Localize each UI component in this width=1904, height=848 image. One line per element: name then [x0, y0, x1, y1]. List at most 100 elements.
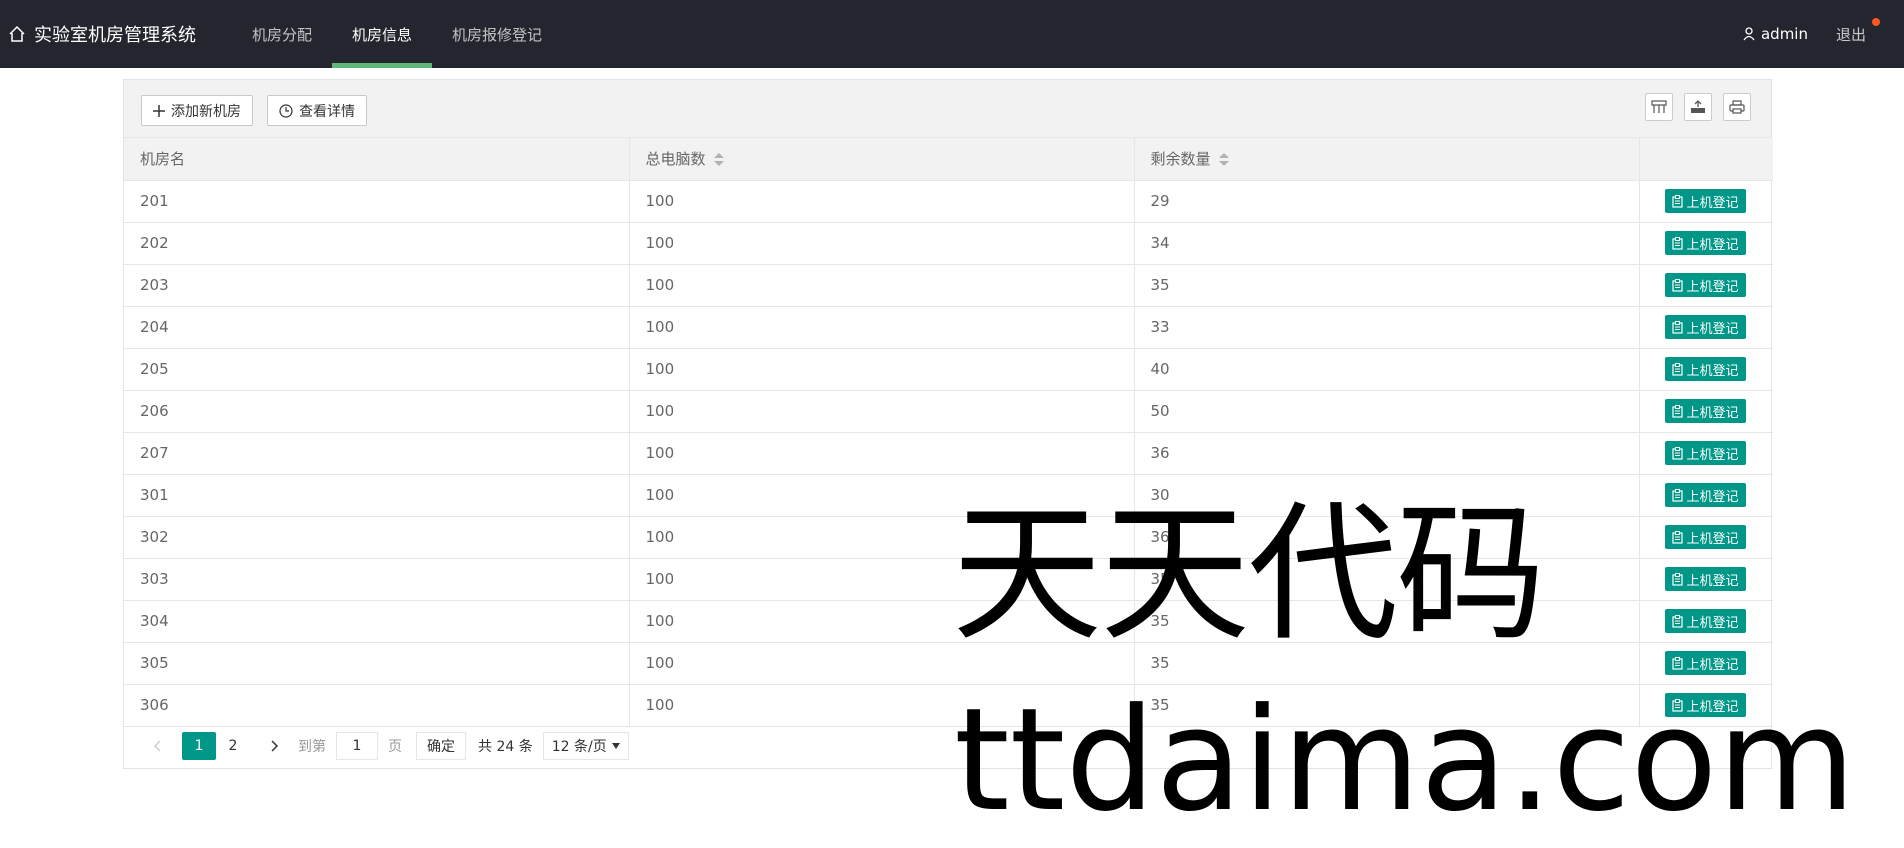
check-in-label: 上机登记	[1686, 195, 1739, 211]
check-in-button[interactable]: 上机登记	[1664, 315, 1746, 339]
cell-room-name: 303	[124, 558, 630, 601]
check-in-button[interactable]: 上机登记	[1664, 441, 1746, 465]
username: admin	[1760, 25, 1808, 43]
app-brand[interactable]: 实验室机房管理系统	[8, 0, 196, 68]
goto-label: 到第	[298, 739, 326, 755]
chevron-right-icon	[271, 740, 279, 752]
cell-total-computers: 100	[629, 306, 1135, 349]
check-in-label: 上机登记	[1686, 363, 1739, 379]
cell-remaining: 36	[1134, 432, 1640, 475]
nav-room-info[interactable]: 机房信息	[332, 0, 433, 68]
cell-actions: 上机登记	[1639, 222, 1773, 265]
cell-room-name: 302	[124, 516, 630, 559]
check-in-label: 上机登记	[1686, 321, 1739, 337]
table-header-row: 机房名 总电脑数 剩余数量	[124, 138, 1773, 181]
user-icon	[1743, 27, 1755, 41]
cell-actions: 上机登记	[1639, 558, 1773, 601]
table-row: 205 100 40 上机登记	[124, 348, 1773, 391]
user-menu[interactable]: admin	[1743, 25, 1808, 43]
cell-total-computers: 100	[629, 264, 1135, 307]
cell-actions: 上机登记	[1639, 432, 1773, 475]
columns-filter-button[interactable]	[1645, 93, 1673, 121]
watermark-cn: 天天代码	[952, 488, 1546, 662]
page-size-value: 12 条/页	[551, 739, 607, 755]
page-1[interactable]: 1	[182, 732, 216, 760]
printer-icon	[1729, 100, 1745, 114]
header-label: 总电脑数	[645, 150, 706, 169]
check-in-button[interactable]: 上机登记	[1664, 231, 1746, 255]
check-in-button[interactable]: 上机登记	[1664, 567, 1746, 591]
cell-total-computers: 100	[629, 222, 1135, 265]
check-in-label: 上机登记	[1686, 531, 1739, 547]
table-row: 204 100 33 上机登记	[124, 306, 1773, 349]
check-in-button[interactable]: 上机登记	[1664, 189, 1746, 213]
clipboard-icon	[1671, 320, 1683, 334]
clipboard-icon	[1671, 488, 1683, 502]
cell-actions: 上机登记	[1639, 348, 1773, 391]
print-button[interactable]	[1723, 93, 1751, 121]
nav-room-allocation[interactable]: 机房分配	[232, 0, 332, 68]
table-row: 203 100 35 上机登记	[124, 264, 1773, 307]
clipboard-icon	[1671, 194, 1683, 208]
sort-icon[interactable]	[1218, 152, 1229, 167]
clipboard-icon	[1671, 614, 1683, 628]
header-total-computers[interactable]: 总电脑数	[629, 138, 1135, 181]
check-in-label: 上机登记	[1686, 657, 1739, 673]
cell-remaining: 35	[1134, 264, 1640, 307]
cell-remaining: 34	[1134, 222, 1640, 265]
check-in-button[interactable]: 上机登记	[1664, 609, 1746, 633]
cell-actions: 上机登记	[1639, 306, 1773, 349]
watermark-url: ttdaima.com	[954, 678, 1856, 843]
cell-total-computers: 100	[629, 390, 1135, 433]
check-in-button[interactable]: 上机登记	[1664, 651, 1746, 675]
logout-link[interactable]: 退出	[1835, 17, 1880, 45]
cell-total-computers: 100	[629, 180, 1135, 223]
goto-page-input[interactable]: 1	[336, 732, 378, 760]
page-size-select[interactable]: 12 条/页	[542, 732, 629, 760]
prev-page-button[interactable]	[140, 732, 174, 760]
logout-label: 退出	[1835, 25, 1866, 44]
goto-confirm-button[interactable]: 确定	[416, 732, 466, 760]
export-icon	[1691, 100, 1705, 113]
cell-room-name: 207	[124, 432, 630, 475]
next-page-button[interactable]	[258, 732, 292, 760]
home-icon	[9, 25, 25, 42]
chevron-left-icon	[153, 740, 161, 752]
cell-actions: 上机登记	[1639, 180, 1773, 223]
cell-room-name: 202	[124, 222, 630, 265]
sort-icon[interactable]	[713, 152, 724, 167]
header-room-name[interactable]: 机房名	[124, 138, 630, 181]
check-in-label: 上机登记	[1686, 573, 1739, 589]
notification-dot	[1872, 17, 1880, 26]
clipboard-icon	[1671, 362, 1683, 376]
cell-room-name: 201	[124, 180, 630, 223]
page-2[interactable]: 2	[216, 732, 250, 760]
header-remaining[interactable]: 剩余数量	[1134, 138, 1640, 181]
clipboard-icon	[1671, 656, 1683, 670]
cell-remaining: 40	[1134, 348, 1640, 391]
cell-actions: 上机登记	[1639, 264, 1773, 307]
check-in-button[interactable]: 上机登记	[1664, 399, 1746, 423]
header-label: 机房名	[140, 150, 186, 169]
clipboard-icon	[1671, 572, 1683, 586]
cell-remaining: 50	[1134, 390, 1640, 433]
cell-room-name: 301	[124, 474, 630, 517]
export-button[interactable]	[1684, 93, 1712, 121]
check-in-button[interactable]: 上机登记	[1664, 483, 1746, 507]
check-in-label: 上机登记	[1686, 237, 1739, 253]
clipboard-icon	[1671, 278, 1683, 292]
check-in-button[interactable]: 上机登记	[1664, 357, 1746, 381]
cell-remaining: 33	[1134, 306, 1640, 349]
table-row: 202 100 34 上机登记	[124, 222, 1773, 265]
check-in-label: 上机登记	[1686, 489, 1739, 505]
cell-room-name: 305	[124, 642, 630, 685]
add-room-button[interactable]: 添加新机房	[141, 95, 253, 126]
nav-repair-registration[interactable]: 机房报修登记	[432, 0, 562, 68]
check-in-button[interactable]: 上机登记	[1664, 525, 1746, 549]
view-details-button[interactable]: 查看详情	[267, 95, 367, 126]
clipboard-icon	[1671, 446, 1683, 460]
cell-room-name: 206	[124, 390, 630, 433]
check-in-button[interactable]: 上机登记	[1664, 273, 1746, 297]
top-navbar: 实验室机房管理系统 机房分配 机房信息 机房报修登记 admin 退出	[0, 0, 1904, 68]
header-actions	[1639, 138, 1773, 181]
